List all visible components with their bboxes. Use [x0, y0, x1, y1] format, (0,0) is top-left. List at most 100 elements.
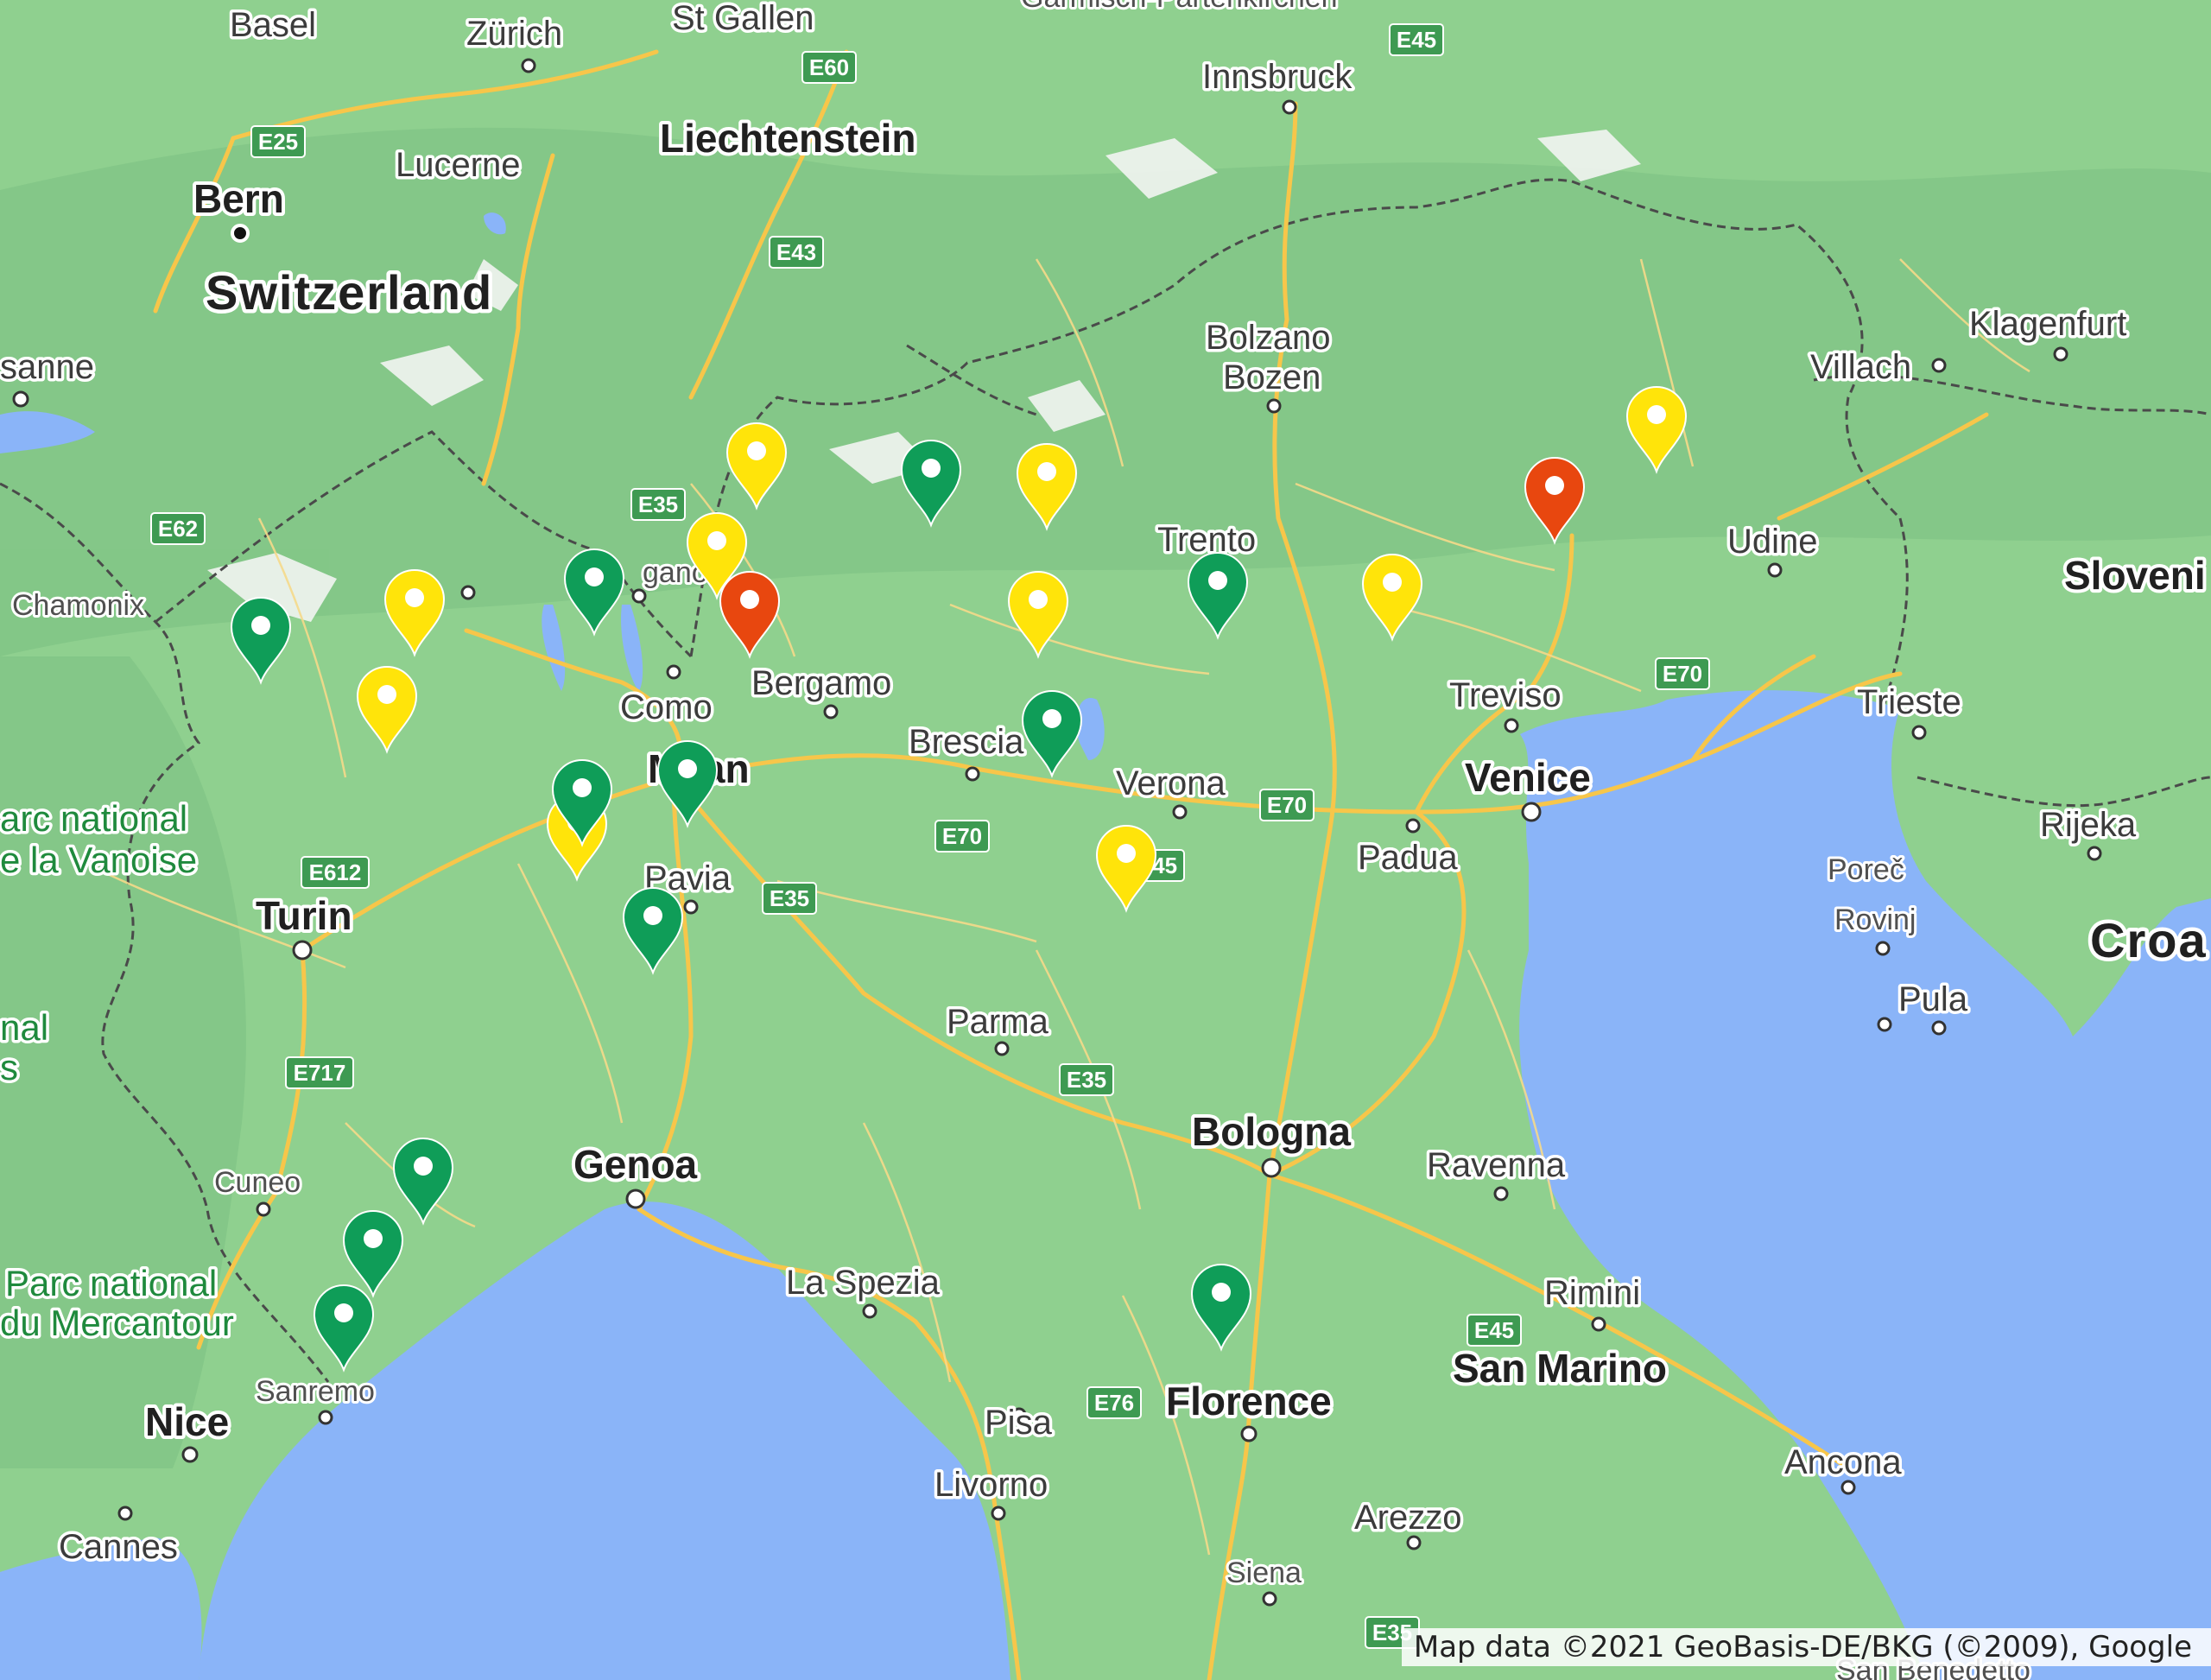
city-chamonix: Chamonix — [12, 589, 144, 622]
country-slovenia: Sloveni — [2064, 553, 2206, 598]
highway-shield-e717: E717 — [285, 1056, 354, 1089]
highway-shield-e62: E62 — [150, 512, 206, 545]
highway-shield-label: E25 — [258, 129, 298, 155]
highway-shield-label: E70 — [1267, 792, 1307, 818]
capital-bern-dot — [231, 224, 250, 243]
map-attribution[interactable]: Map data ©2021 GeoBasis-DE/BKG (©2009), … — [1401, 1628, 2211, 1666]
city-bolzano: Bolzano — [1206, 319, 1331, 357]
highway-shield-label: E612 — [309, 859, 362, 885]
marker-center-dot — [1037, 462, 1056, 481]
city-rijeka: Rijeka — [2040, 806, 2137, 844]
city-bozen: Bozen — [1223, 358, 1321, 396]
marker-center-dot — [251, 616, 270, 635]
park-mercantour-2: du Mercantour — [0, 1303, 234, 1343]
city-arezzo: Arezzo — [1354, 1499, 1462, 1537]
highway-shield-e35-bologna: E35 — [1059, 1063, 1114, 1096]
highway-shield-label: E60 — [809, 54, 849, 80]
highway-shield-label: E70 — [942, 823, 982, 849]
marker-center-dot — [922, 459, 941, 478]
city-pula: Pula — [1898, 980, 1968, 1018]
city-siena: Siena — [1226, 1556, 1302, 1589]
city-pisa: Pisa — [985, 1404, 1053, 1442]
highway-shield-e70-venice: E70 — [1655, 657, 1710, 690]
country-san-marino: San Marino — [1453, 1346, 1667, 1391]
marker-center-dot — [1383, 573, 1402, 592]
highway-shield-label: E35 — [770, 885, 809, 911]
city-lausanne: sanne — [0, 348, 94, 386]
highway-shield-e25: E25 — [250, 125, 306, 158]
marker-center-dot — [377, 685, 396, 704]
marker-center-dot — [1029, 590, 1048, 609]
city-turin: Turin — [256, 893, 352, 938]
highway-shield-e70-brescia: E70 — [934, 820, 990, 853]
highway-shield-e612: E612 — [301, 856, 370, 889]
marker-center-dot — [334, 1303, 353, 1322]
highway-shield-e35-pavia: E35 — [762, 882, 817, 915]
marker-center-dot — [740, 590, 759, 609]
city-bergamo: Bergamo — [751, 664, 891, 702]
city-la-spezia: La Spezia — [786, 1264, 941, 1302]
city-verona: Verona — [1116, 764, 1226, 802]
marker-center-dot — [1212, 1283, 1231, 1302]
city-lucerne: Lucerne — [396, 146, 521, 184]
highway-shield-label: E62 — [158, 516, 198, 542]
marker-center-dot — [414, 1157, 433, 1176]
highway-shield-e35-north: E35 — [630, 488, 686, 521]
marker-center-dot — [1042, 709, 1061, 728]
city-cannes: Cannes — [59, 1528, 178, 1566]
marker-center-dot — [405, 588, 424, 607]
marker-center-dot — [707, 531, 726, 550]
country-liechtenstein: Liechtenstein — [660, 116, 916, 161]
city-garmisch: Garmisch-Partenkirchen — [1021, 0, 1338, 14]
marker-center-dot — [1117, 844, 1136, 863]
marker-center-dot — [643, 906, 662, 925]
park-vanoise-1: arc national — [0, 798, 187, 839]
city-livorno: Livorno — [934, 1466, 1048, 1504]
city-trieste: Trieste — [1857, 683, 1961, 721]
city-treviso: Treviso — [1449, 676, 1562, 714]
highway-shield-label: E45 — [1474, 1317, 1514, 1343]
city-padua: Padua — [1358, 839, 1458, 877]
city-parma: Parma — [947, 1003, 1049, 1041]
highway-shield-label: E717 — [294, 1060, 346, 1086]
city-rimini: Rimini — [1544, 1274, 1640, 1312]
city-como: Como — [620, 688, 713, 726]
highway-shield-label: E35 — [638, 491, 678, 517]
city-ravenna: Ravenna — [1427, 1146, 1566, 1184]
city-bern: Bern — [193, 176, 284, 221]
marker-center-dot — [678, 759, 697, 778]
marker-center-dot — [364, 1229, 383, 1248]
highway-shield-e45-north: E45 — [1389, 23, 1444, 56]
city-rovinj: Rovinj — [1834, 903, 1916, 936]
city-nice: Nice — [145, 1399, 229, 1444]
city-villach: Villach — [1810, 348, 1911, 386]
park-vanoise-2: e la Vanoise — [0, 840, 197, 880]
city-trento: Trento — [1157, 521, 1256, 559]
highway-shield-label: E45 — [1397, 27, 1436, 53]
city-cuneo: Cuneo — [214, 1166, 301, 1199]
city-udine: Udine — [1727, 523, 1818, 561]
city-klagenfurt: Klagenfurt — [1969, 305, 2126, 343]
highway-shield-e45-rimini: E45 — [1467, 1314, 1522, 1347]
highway-shield-label: E76 — [1094, 1390, 1134, 1416]
marker-center-dot — [1208, 571, 1227, 590]
highway-shield-e43: E43 — [769, 236, 824, 269]
park-ecrins-1: nal — [0, 1007, 48, 1048]
city-sanremo: Sanremo — [256, 1375, 375, 1408]
city-venice: Venice — [1465, 755, 1591, 800]
city-st-gallen: St Gallen — [672, 0, 814, 37]
highway-shield-e70-verona: E70 — [1259, 789, 1315, 821]
city-zurich: Zürich — [466, 15, 562, 53]
marker-center-dot — [573, 778, 592, 797]
city-innsbruck: Innsbruck — [1202, 58, 1353, 96]
city-porec: Poreč — [1828, 853, 1904, 886]
park-mercantour-1: Parc national — [5, 1263, 217, 1303]
highway-shield-e60: E60 — [801, 51, 857, 84]
city-brescia: Brescia — [909, 723, 1024, 761]
city-florence: Florence — [1166, 1379, 1332, 1423]
highway-shield-label: E70 — [1663, 661, 1702, 687]
city-genoa: Genoa — [573, 1142, 698, 1187]
map-canvas[interactable]: E45 E60 E25 E43 E35 E62 E612 E35 E70 E45 E70 E70 E71… — [0, 0, 2211, 1680]
marker-center-dot — [1647, 405, 1666, 424]
city-bologna: Bologna — [1192, 1109, 1351, 1154]
